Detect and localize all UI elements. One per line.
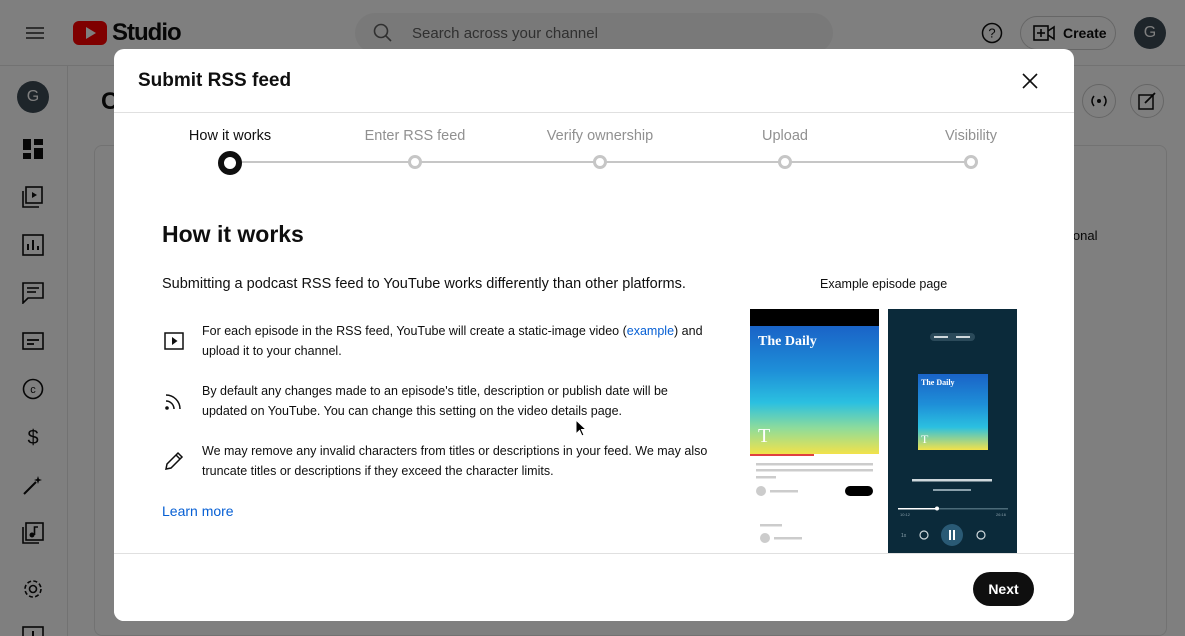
example-phone-player: The Daily T 10:12 26:16 1x	[888, 309, 1017, 554]
example-phone-episode-page: The Daily T	[750, 309, 879, 554]
info-text: By default any changes made to an episod…	[202, 384, 668, 418]
step-upload[interactable]: Upload	[715, 113, 855, 169]
svg-text:The Daily: The Daily	[758, 334, 817, 349]
step-visibility[interactable]: Visibility	[901, 113, 1041, 169]
step-how-it-works[interactable]: How it works	[160, 113, 300, 175]
example-link[interactable]: example	[627, 324, 674, 338]
svg-text:The Daily: The Daily	[921, 378, 955, 387]
learn-more-link[interactable]: Learn more	[162, 503, 234, 519]
step-indicator	[408, 155, 422, 169]
svg-text:1x: 1x	[901, 533, 907, 539]
dialog-title: Submit RSS feed	[138, 70, 292, 91]
svg-text:26:16: 26:16	[996, 512, 1007, 517]
mouse-cursor-icon	[575, 419, 587, 437]
rss-icon	[165, 394, 181, 410]
close-button[interactable]	[1014, 65, 1046, 97]
play-video-icon	[164, 332, 184, 350]
intro-text: Submitting a podcast RSS feed to YouTube…	[162, 276, 686, 292]
section-heading: How it works	[162, 221, 304, 247]
info-text: We may remove any invalid characters fro…	[202, 444, 708, 478]
step-enter-rss-feed[interactable]: Enter RSS feed	[345, 113, 485, 169]
next-button[interactable]: Next	[973, 572, 1034, 606]
info-item-changes: By default any changes made to an episod…	[162, 381, 712, 425]
dialog-header: Submit RSS feed	[114, 49, 1074, 113]
progress-stepper: How it works Enter RSS feed Verify owner…	[114, 113, 1074, 183]
dialog-footer: Next	[114, 553, 1074, 621]
step-indicator	[593, 155, 607, 169]
info-item-static-video: For each episode in the RSS feed, YouTub…	[162, 321, 712, 365]
submit-rss-dialog: Submit RSS feed How it works Enter RSS f…	[114, 49, 1074, 621]
step-indicator	[778, 155, 792, 169]
close-icon	[1022, 73, 1038, 89]
pencil-icon	[165, 451, 184, 470]
svg-text:T: T	[758, 425, 770, 447]
step-label: Visibility	[944, 128, 998, 144]
step-indicator	[218, 151, 242, 175]
info-text: For each episode in the RSS feed, YouTub…	[202, 324, 703, 358]
step-label: How it works	[188, 128, 272, 144]
step-label: Enter RSS feed	[364, 128, 466, 144]
example-label: Example episode page	[820, 277, 948, 291]
step-indicator	[964, 155, 978, 169]
step-label: Verify ownership	[546, 128, 654, 144]
step-verify-ownership[interactable]: Verify ownership	[530, 113, 670, 169]
svg-text:10:12: 10:12	[900, 512, 911, 517]
info-item-truncate: We may remove any invalid characters fro…	[162, 441, 712, 485]
svg-text:T: T	[921, 432, 929, 446]
step-label: Upload	[762, 128, 808, 144]
